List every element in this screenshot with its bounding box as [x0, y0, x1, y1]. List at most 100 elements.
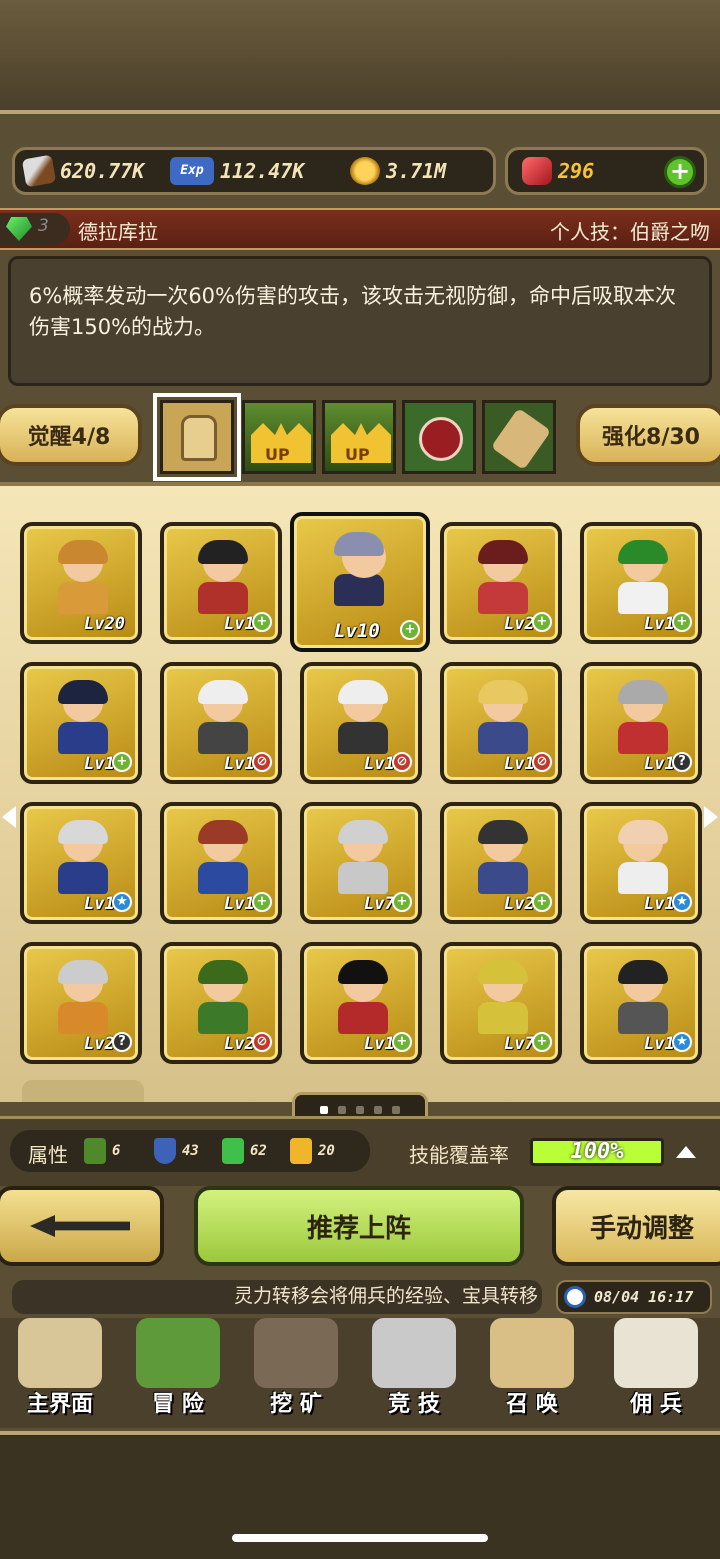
hero-avatar: [192, 960, 254, 1034]
nav-arena[interactable]: 竞 技: [358, 1314, 470, 1424]
nav-adventure-label: 冒 险: [152, 1392, 204, 1417]
hero-status-badge: +: [532, 892, 552, 912]
hero-card[interactable]: Lv14 ⊘: [300, 662, 422, 784]
hero-card[interactable]: Lv7 +: [300, 802, 422, 924]
add-gems-button[interactable]: +: [664, 156, 696, 188]
exp-resource: Exp 112.47K: [170, 156, 304, 186]
personal-skill-name: 个人技：伯爵之吻: [550, 220, 710, 244]
hero-hair: [334, 532, 384, 556]
enhance-button[interactable]: 强化8/30: [576, 404, 720, 466]
hero-body: [618, 1002, 668, 1034]
hero-card[interactable]: Lv16 +: [160, 522, 282, 644]
crown-icon: [290, 1138, 312, 1164]
leaf-icon: [84, 1138, 106, 1164]
nav-adventure[interactable]: 冒 险: [122, 1314, 234, 1424]
nav-summon[interactable]: 召 唤: [476, 1314, 588, 1424]
gem-resource: 296: [522, 156, 594, 186]
skill-slot-1[interactable]: [153, 393, 241, 481]
hero-hair: [198, 820, 248, 844]
skill-slot-2[interactable]: UP: [242, 400, 316, 474]
news-ticker: 灵力转移会将佣兵的经验、宝具转移: [12, 1280, 542, 1314]
back-button[interactable]: [0, 1186, 164, 1266]
home-indicator[interactable]: [232, 1534, 488, 1542]
recommend-button[interactable]: 推荐上阵: [194, 1186, 524, 1266]
hero-status-badge: +: [532, 612, 552, 632]
map-icon: [18, 1318, 102, 1388]
skill-slot-4[interactable]: [402, 400, 476, 474]
hero-hair: [478, 540, 528, 564]
hero-hair: [198, 680, 248, 704]
hero-card[interactable]: Lv20 +: [440, 802, 562, 924]
page-dot: [392, 1106, 400, 1114]
nav-mining-label: 挖 矿: [270, 1392, 322, 1417]
hero-hair: [58, 680, 108, 704]
hero-card[interactable]: Lv27?: [20, 942, 142, 1064]
nav-main[interactable]: 主界面: [4, 1314, 116, 1424]
hero-card[interactable]: Lv12 +: [300, 942, 422, 1064]
awaken-button[interactable]: 觉醒4/8: [0, 404, 142, 466]
hero-avatar: [52, 820, 114, 894]
nav-mercenary[interactable]: 佣 兵: [600, 1314, 712, 1424]
hero-card[interactable]: Lv24 ⊘: [160, 942, 282, 1064]
hero-body: [478, 722, 528, 754]
hero-hair: [478, 960, 528, 984]
hero-card[interactable]: Lv10 +: [290, 512, 430, 652]
hero-card[interactable]: Lv14 +: [580, 522, 702, 644]
clock-time: 08/04 16:17: [594, 1288, 694, 1306]
exp-icon: Exp: [170, 157, 214, 185]
hero-avatar: [52, 680, 114, 754]
hero-card[interactable]: Lv14 +: [20, 662, 142, 784]
clock-icon: [564, 1286, 586, 1308]
hero-body: [58, 862, 108, 894]
skill-slot-3[interactable]: UP: [322, 400, 396, 474]
hero-card[interactable]: Lv14 ★: [580, 802, 702, 924]
nav-mining[interactable]: 挖 矿: [240, 1314, 352, 1424]
hero-card[interactable]: Lv7 +: [440, 942, 562, 1064]
hero-avatar: [612, 540, 674, 614]
hero-avatar: [332, 680, 394, 754]
page-dot: [374, 1106, 382, 1114]
hero-card[interactable]: Lv14 ★: [580, 942, 702, 1064]
hero-avatar: [332, 820, 394, 894]
hero-body: [198, 582, 248, 614]
hero-body: [198, 862, 248, 894]
hero-status-badge: ?: [672, 752, 692, 772]
hero-body: [338, 1002, 388, 1034]
hero-body: [198, 722, 248, 754]
island-icon: [136, 1318, 220, 1388]
tent-icon: [614, 1318, 698, 1388]
crown-stat: 20: [290, 1138, 335, 1164]
manual-adjust-button[interactable]: 手动调整: [552, 1186, 720, 1266]
hero-hair: [618, 820, 668, 844]
up-text: UP: [345, 445, 370, 464]
hero-hair: [478, 680, 528, 704]
hero-card[interactable]: Lv10 ⊘: [440, 662, 562, 784]
hero-avatar: [472, 820, 534, 894]
hero-body: [338, 722, 388, 754]
hero-card[interactable]: Lv24 +: [440, 522, 562, 644]
hero-card[interactable]: Lv20: [20, 522, 142, 644]
crossed-swords-icon: [372, 1318, 456, 1388]
hero-status-badge: +: [672, 612, 692, 632]
hero-avatar: [332, 960, 394, 1034]
hero-card[interactable]: Lv11 +: [160, 802, 282, 924]
hero-name: 德拉库拉: [78, 220, 158, 244]
nav-summon-label: 召 唤: [506, 1392, 558, 1417]
hero-avatar: [472, 540, 534, 614]
skill-slot-5[interactable]: [482, 400, 556, 474]
ruby-icon: [522, 157, 552, 185]
hero-hair: [338, 680, 388, 704]
hero-card[interactable]: Lv15?: [580, 662, 702, 784]
hero-status-badge: +: [400, 620, 420, 640]
skill-coverage-bar: 100%: [530, 1138, 664, 1166]
hero-status-badge: ⊘: [392, 752, 412, 772]
hero-level: Lv7: [504, 1034, 535, 1054]
hero-card[interactable]: Lv15 ★: [20, 802, 142, 924]
hero-card[interactable]: Lv15 ⊘: [160, 662, 282, 784]
shield-value: 43: [182, 1143, 199, 1159]
hero-hair: [338, 820, 388, 844]
hero-body: [58, 722, 108, 754]
hero-body: [478, 1002, 528, 1034]
hero-status-badge: ⊘: [532, 752, 552, 772]
clock: 08/04 16:17: [556, 1280, 712, 1314]
